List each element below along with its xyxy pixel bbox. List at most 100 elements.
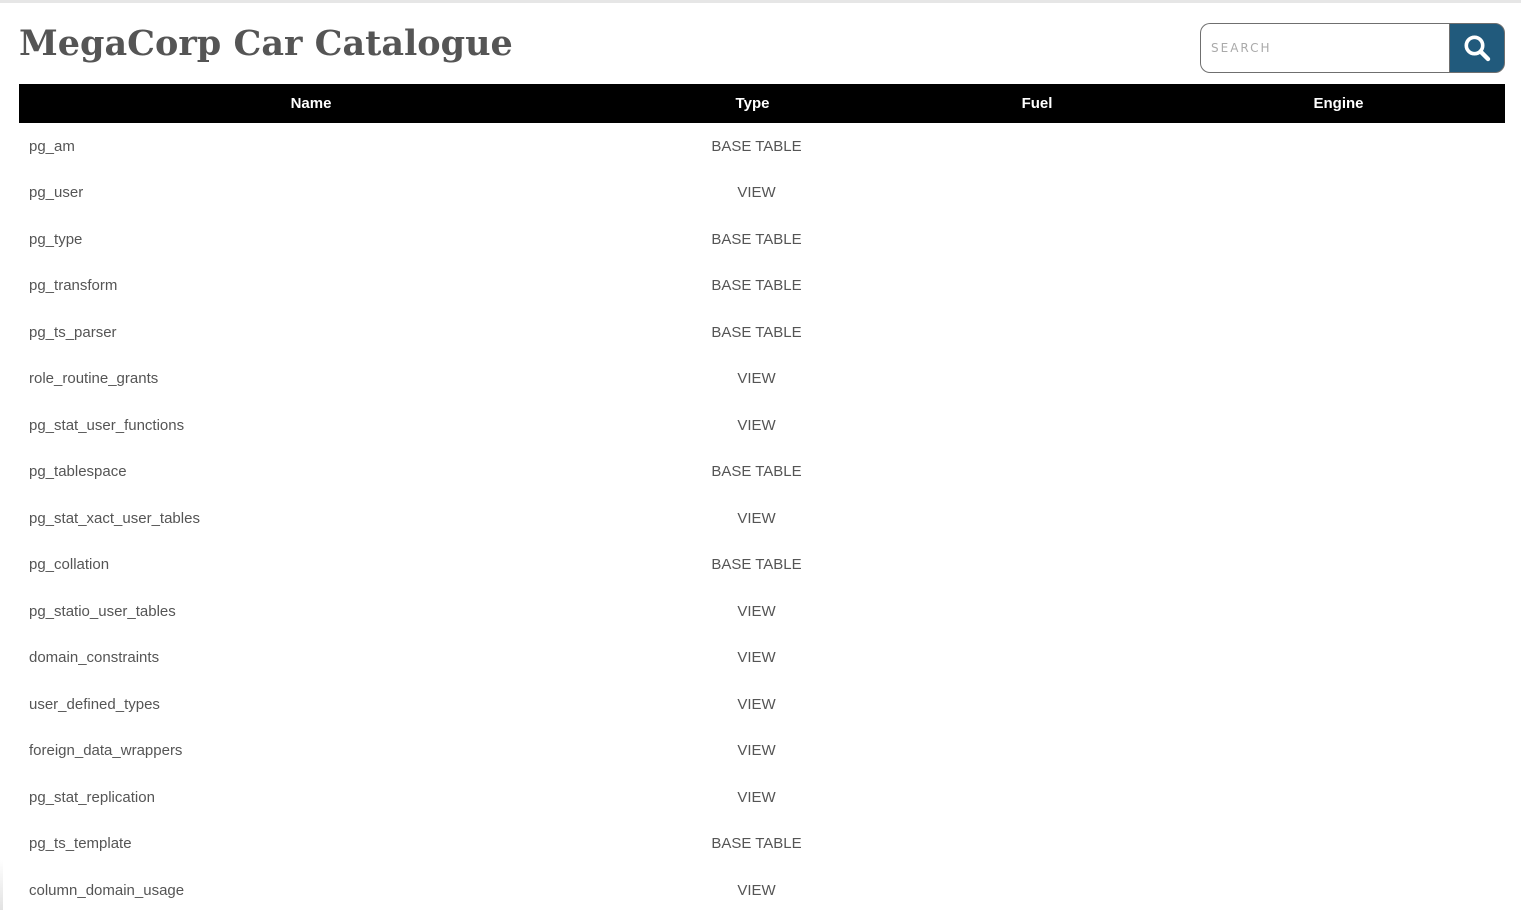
fuel-cell — [902, 867, 1172, 910]
type-cell: BASE TABLE — [711, 230, 802, 248]
search-icon — [1464, 35, 1491, 62]
engine-cell — [1172, 867, 1505, 910]
fuel-cell — [902, 449, 1172, 496]
table-row[interactable]: pg_collation BASE TABLE — [19, 542, 1505, 589]
fuel-cell — [902, 588, 1172, 635]
type-cell: VIEW — [737, 416, 776, 434]
table-row[interactable]: pg_type BASE TABLE — [19, 216, 1505, 263]
fuel-cell — [902, 635, 1172, 682]
engine-cell — [1172, 216, 1505, 263]
type-cell: VIEW — [737, 788, 776, 806]
fuel-cell — [902, 216, 1172, 263]
engine-cell — [1172, 170, 1505, 217]
fuel-cell — [902, 356, 1172, 403]
type-cell: BASE TABLE — [711, 277, 802, 295]
name-cell: pg_ts_template — [29, 835, 132, 853]
type-cell: VIEW — [737, 881, 776, 899]
table-row[interactable]: pg_am BASE TABLE — [19, 123, 1505, 170]
column-header-fuel[interactable]: Fuel — [902, 84, 1172, 123]
type-cell: BASE TABLE — [711, 137, 802, 155]
engine-cell — [1172, 309, 1505, 356]
engine-cell — [1172, 263, 1505, 310]
engine-cell — [1172, 123, 1505, 170]
fuel-cell — [902, 495, 1172, 542]
name-cell: pg_stat_xact_user_tables — [29, 509, 200, 527]
type-cell: BASE TABLE — [711, 463, 802, 481]
type-cell: VIEW — [737, 509, 776, 527]
page-title: MegaCorp Car Catalogue — [19, 23, 513, 64]
catalogue-table: Name Type Fuel Engine pg_am BASE TABLE pg_… — [19, 84, 1505, 910]
engine-cell — [1172, 821, 1505, 868]
engine-cell — [1172, 495, 1505, 542]
name-cell: user_defined_types — [29, 695, 160, 713]
type-cell: VIEW — [737, 742, 776, 760]
fuel-cell — [902, 170, 1172, 217]
engine-cell — [1172, 635, 1505, 682]
name-cell: pg_tablespace — [29, 463, 127, 481]
type-cell: VIEW — [737, 695, 776, 713]
name-cell: column_domain_usage — [29, 881, 185, 899]
table-row[interactable]: pg_stat_user_functions VIEW — [19, 402, 1505, 449]
table-row[interactable]: column_domain_usage VIEW — [19, 867, 1505, 910]
name-cell: domain_constraints — [29, 649, 160, 667]
table-row[interactable]: pg_ts_parser BASE TABLE — [19, 309, 1505, 356]
engine-cell — [1172, 588, 1505, 635]
type-cell: BASE TABLE — [711, 835, 802, 853]
search-button[interactable] — [1449, 23, 1505, 73]
table-body: pg_am BASE TABLE pg_user VIEW pg_type BASE TA… — [19, 123, 1505, 910]
type-cell: VIEW — [737, 649, 776, 667]
edge-shadow — [0, 860, 3, 910]
fuel-cell — [902, 774, 1172, 821]
engine-cell — [1172, 774, 1505, 821]
table-row[interactable]: pg_ts_template BASE TABLE — [19, 821, 1505, 868]
table-row[interactable]: pg_user VIEW — [19, 170, 1505, 217]
type-cell: VIEW — [737, 370, 776, 388]
engine-cell — [1172, 356, 1505, 403]
table-row[interactable]: foreign_data_wrappers VIEW — [19, 728, 1505, 775]
engine-cell — [1172, 542, 1505, 589]
table-header-row: Name Type Fuel Engine — [19, 84, 1505, 123]
search-bar — [1200, 23, 1505, 73]
name-cell: role_routine_grants — [29, 370, 159, 388]
name-cell: foreign_data_wrappers — [29, 742, 183, 760]
type-cell: BASE TABLE — [711, 323, 802, 341]
type-cell: BASE TABLE — [711, 556, 802, 574]
engine-cell — [1172, 402, 1505, 449]
search-input[interactable] — [1200, 23, 1450, 73]
table-row[interactable]: pg_transform BASE TABLE — [19, 263, 1505, 310]
table-row[interactable]: pg_statio_user_tables VIEW — [19, 588, 1505, 635]
fuel-cell — [902, 123, 1172, 170]
engine-cell — [1172, 728, 1505, 775]
table-row[interactable]: pg_tablespace BASE TABLE — [19, 449, 1505, 496]
fuel-cell — [902, 542, 1172, 589]
engine-cell — [1172, 681, 1505, 728]
column-header-type[interactable]: Type — [603, 84, 902, 123]
name-cell: pg_statio_user_tables — [29, 602, 176, 620]
table-row[interactable]: user_defined_types VIEW — [19, 681, 1505, 728]
name-cell: pg_transform — [29, 277, 118, 295]
table-row[interactable]: role_routine_grants VIEW — [19, 356, 1505, 403]
catalogue-table-container: Name Type Fuel Engine pg_am BASE TABLE pg_… — [19, 84, 1505, 910]
column-header-engine[interactable]: Engine — [1172, 84, 1505, 123]
table-row[interactable]: pg_stat_replication VIEW — [19, 774, 1505, 821]
top-divider — [0, 0, 1521, 3]
name-cell: pg_stat_replication — [29, 788, 155, 806]
fuel-cell — [902, 309, 1172, 356]
fuel-cell — [902, 402, 1172, 449]
fuel-cell — [902, 821, 1172, 868]
table-row[interactable]: domain_constraints VIEW — [19, 635, 1505, 682]
column-header-name[interactable]: Name — [19, 84, 603, 123]
fuel-cell — [902, 681, 1172, 728]
name-cell: pg_collation — [29, 556, 110, 574]
fuel-cell — [902, 263, 1172, 310]
name-cell: pg_user — [29, 184, 84, 202]
name-cell: pg_ts_parser — [29, 323, 117, 341]
engine-cell — [1172, 449, 1505, 496]
table-row[interactable]: pg_stat_xact_user_tables VIEW — [19, 495, 1505, 542]
fuel-cell — [902, 728, 1172, 775]
name-cell: pg_stat_user_functions — [29, 416, 185, 434]
name-cell: pg_type — [29, 230, 83, 248]
type-cell: VIEW — [737, 184, 776, 202]
type-cell: VIEW — [737, 602, 776, 620]
name-cell: pg_am — [29, 137, 75, 155]
